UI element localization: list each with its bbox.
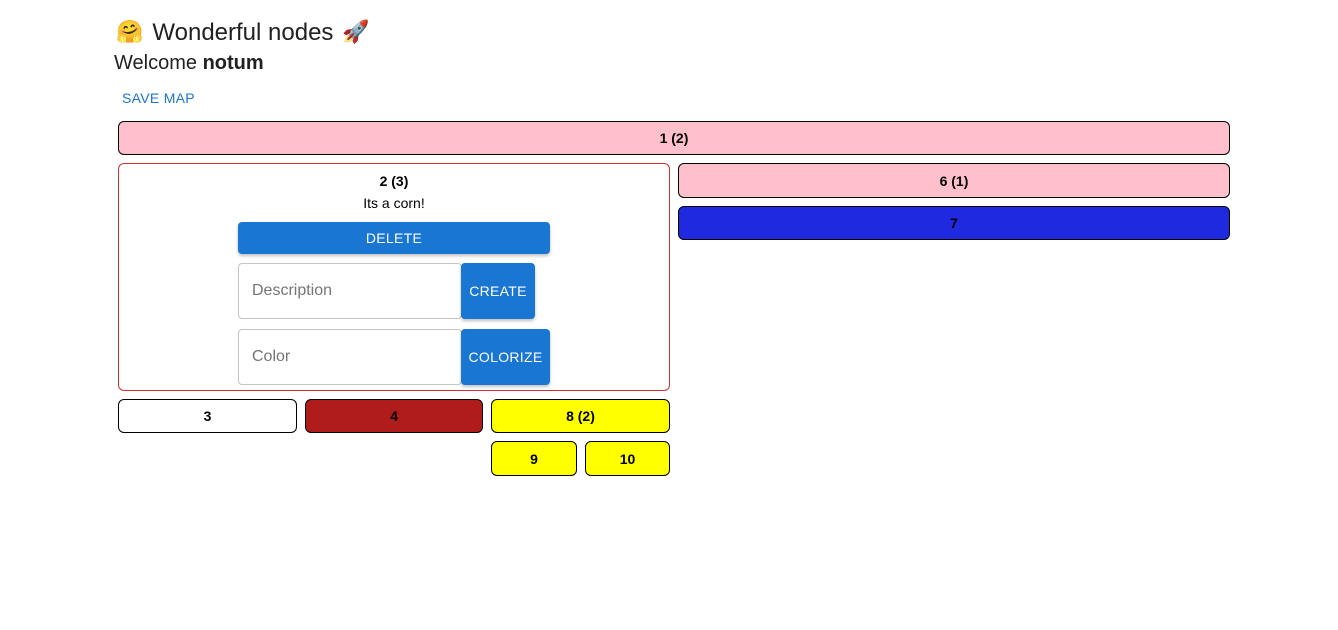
- page-title: 🤗 Wonderful nodes 🚀: [116, 16, 370, 50]
- node-2-expanded[interactable]: 2 (3) Its a corn! DELETE CREATE COLORIZE: [118, 163, 670, 391]
- node-2-description: Its a corn!: [363, 195, 425, 211]
- hugging-face-icon: 🤗: [116, 20, 144, 45]
- node-1[interactable]: 1 (2): [118, 121, 1230, 155]
- colorize-button[interactable]: COLORIZE: [461, 329, 550, 385]
- node-7-label: 7: [950, 215, 958, 231]
- node-3[interactable]: 3: [118, 399, 297, 433]
- description-input[interactable]: [238, 263, 462, 319]
- title-text: Wonderful nodes: [152, 19, 334, 46]
- node-4[interactable]: 4: [305, 399, 483, 433]
- node-8[interactable]: 8 (2): [491, 399, 670, 433]
- node-6-label: 6 (1): [939, 172, 969, 189]
- node-9-label: 9: [530, 450, 538, 467]
- welcome-prefix: Welcome: [114, 52, 197, 74]
- node-4-label: 4: [390, 408, 398, 424]
- color-input[interactable]: [238, 329, 462, 385]
- welcome-message: Welcome notum: [114, 52, 264, 75]
- node-6[interactable]: 6 (1): [678, 163, 1230, 198]
- create-button[interactable]: CREATE: [461, 263, 535, 319]
- node-10[interactable]: 10: [585, 441, 670, 476]
- node-1-label: 1 (2): [659, 130, 689, 146]
- username: notum: [202, 52, 264, 74]
- node-8-label: 8 (2): [566, 408, 595, 424]
- node-7[interactable]: 7: [678, 206, 1230, 240]
- node-3-label: 3: [203, 408, 212, 424]
- delete-button[interactable]: DELETE: [238, 222, 550, 254]
- rocket-icon: 🚀: [342, 20, 370, 45]
- save-map-button[interactable]: SAVE MAP: [114, 86, 203, 110]
- node-2-label: 2 (3): [379, 173, 409, 189]
- node-9[interactable]: 9: [491, 441, 577, 476]
- node-10-label: 10: [619, 450, 636, 467]
